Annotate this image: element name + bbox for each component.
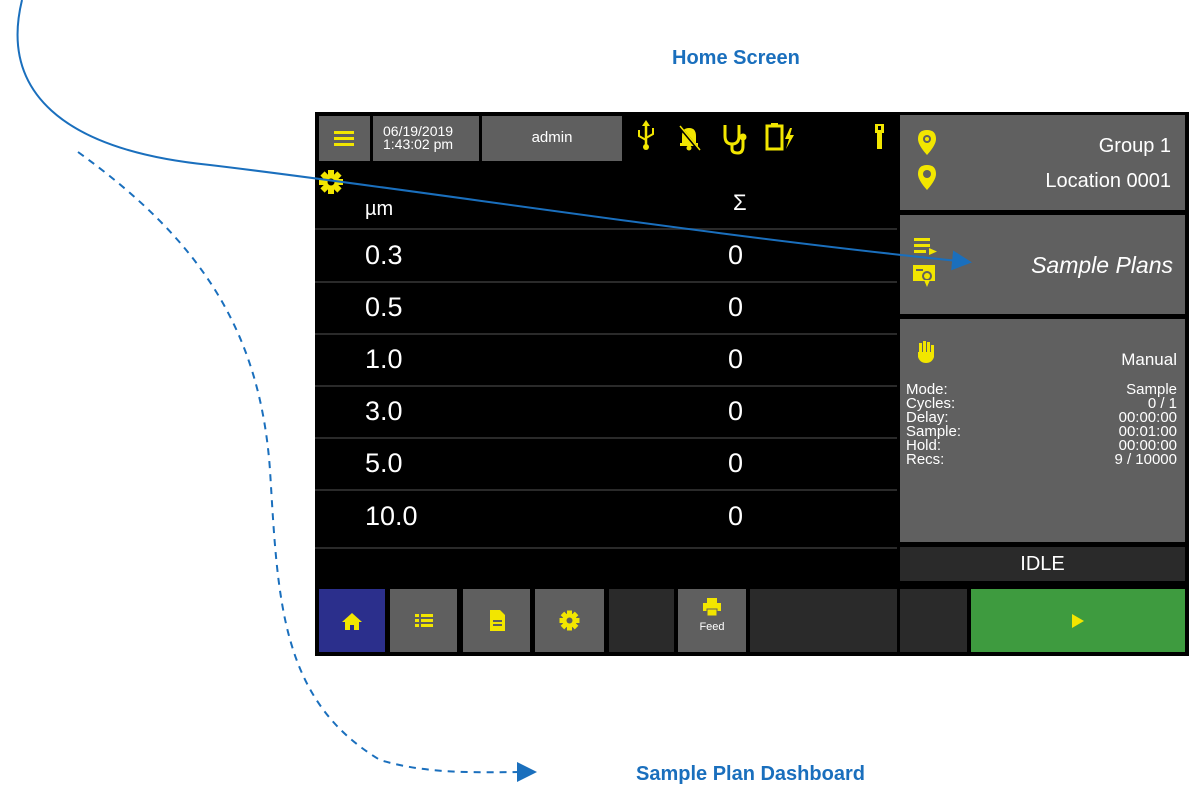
home-to-sample-plans-arrow [16, 0, 972, 271]
annotation-arrows [16, 0, 972, 783]
dashboard-dashed-arrow [77, 151, 537, 783]
